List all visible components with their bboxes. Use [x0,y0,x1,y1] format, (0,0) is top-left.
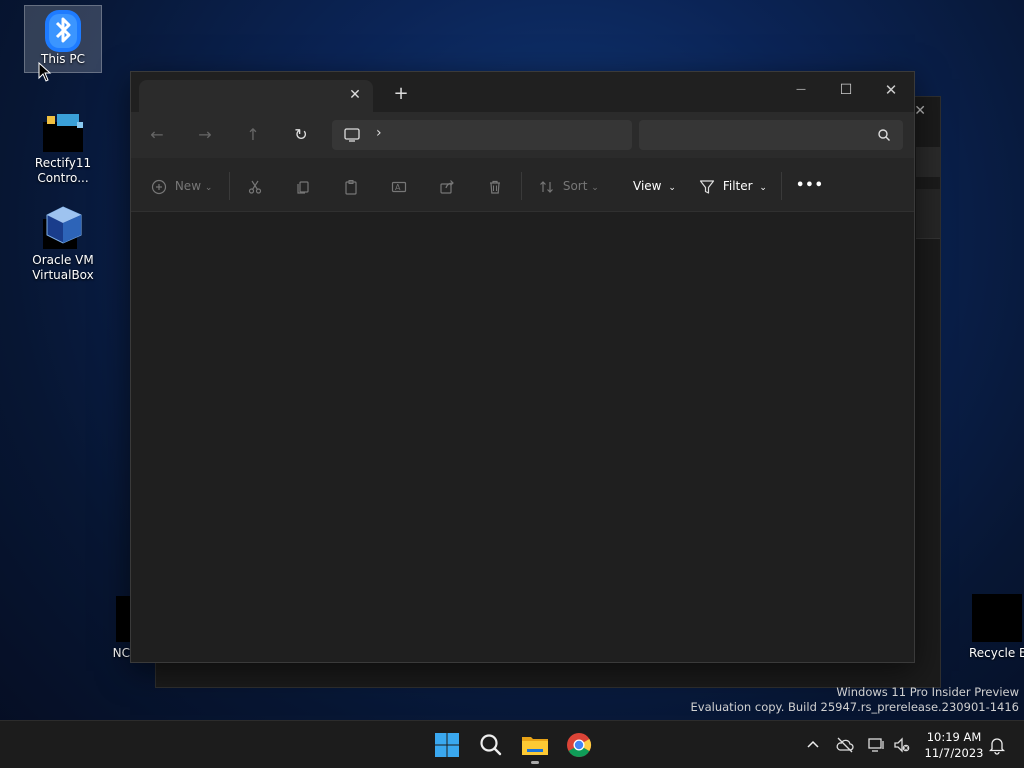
delete-button[interactable] [487,174,503,198]
more-icon: ••• [796,178,824,193]
virtualbox-icon [41,205,85,249]
chevron-down-icon: ⌄ [204,183,213,193]
desktop-icon-label: Recycle Bin [969,646,1024,660]
paste-icon [345,179,357,195]
clock-date: 11/7/2023 [924,746,984,760]
rename-button[interactable]: A [391,174,407,198]
new-label: New [174,179,202,193]
clock-time: 10:19 AM [926,730,982,744]
chevron-down-icon: ⌄ [759,183,767,193]
address-bar[interactable]: › [332,120,632,150]
command-bar: New ⌄ A Sort ⌄ View ⌄ Filter ⌄ ••• [131,158,914,212]
maximize-button[interactable]: ☐ [826,76,866,104]
desktop-icon-this-pc[interactable]: This PC [24,5,102,73]
up-button[interactable]: ↑ [239,122,267,148]
search-icon [878,129,890,141]
desktop-icon-label: NC [112,646,130,660]
bluetooth-icon [41,8,85,52]
svg-text:A: A [395,183,401,192]
partially-hidden-icon [116,596,130,642]
search-input[interactable] [647,124,867,146]
more-options-button[interactable]: ••• [796,174,824,198]
chrome-icon[interactable] [563,729,595,761]
control-panel-icon [41,108,85,152]
refresh-button[interactable]: ↻ [287,122,315,148]
navigation-bar: ← → ↑ ↻ › [131,112,914,158]
copy-button[interactable] [295,174,311,198]
notification-bell-icon[interactable] [987,735,1007,755]
clock[interactable]: 10:19 AM 11/7/2023 [920,729,988,761]
scissors-icon [248,180,262,194]
filter-button[interactable]: Filter ⌄ [699,174,767,198]
share-button[interactable] [439,174,455,198]
rename-icon: A [391,181,407,192]
background-window-toolbar-edge [916,189,940,239]
desktop-icon-rectify11[interactable]: Rectify11 Contro... [24,108,102,186]
background-window-edge [916,147,940,177]
desktop-icon-label: Oracle VM VirtualBox [32,253,94,282]
recycle-bin-icon [972,594,1022,642]
start-icon[interactable] [431,729,463,761]
network-icon[interactable] [866,735,886,755]
chevron-up-icon[interactable] [803,735,823,755]
forward-button[interactable]: → [191,122,219,148]
copy-icon [297,180,309,194]
sort-icon [540,180,553,193]
evaluation-watermark: Windows 11 Pro Insider Preview Evaluatio… [691,685,1019,715]
divider [521,172,522,200]
active-app-indicator [531,761,539,764]
new-button[interactable]: New ⌄ [151,174,212,198]
title-bar: ✕ + — ☐ ✕ [131,72,914,112]
mouse-cursor-icon [38,62,52,82]
chevron-down-icon: ⌄ [591,183,599,193]
watermark-line-2: Evaluation copy. Build 25947.rs_prerelea… [690,700,1019,714]
filter-icon [699,179,715,194]
close-window-button[interactable]: ✕ [871,76,911,104]
tab-current[interactable]: ✕ [139,80,373,112]
volume-muted-icon[interactable] [892,735,912,755]
desktop-icon-nc[interactable]: NC [84,596,134,661]
search-icon[interactable] [475,729,507,761]
trash-icon [490,180,500,194]
desktop-icon-label: Rectify11 Contro... [34,156,92,185]
share-icon [440,179,454,194]
desktop-icon-virtualbox[interactable]: Oracle VM VirtualBox [24,205,102,283]
watermark-line-1: Windows 11 Pro Insider Preview [836,685,1019,699]
view-button[interactable]: View ⌄ [633,174,676,198]
desktop-icon-label: This PC [41,52,85,66]
plus-circle-icon [151,179,167,194]
divider [229,172,230,200]
minimize-button[interactable]: — [781,76,821,104]
taskbar: 10:19 AM 11/7/2023 [0,720,1024,768]
desktop-icon-recycle-bin[interactable]: Recycle Bin [962,594,1024,661]
cut-button[interactable] [247,174,263,198]
file-explorer-window[interactable]: ✕ + — ☐ ✕ ← → ↑ ↻ › New ⌄ A Sort ⌄ View … [130,71,915,663]
close-tab-icon[interactable]: ✕ [347,87,363,103]
paste-button[interactable] [343,174,359,198]
close-icon[interactable]: ✕ [914,103,926,119]
view-label: View [633,179,662,193]
chevron-down-icon: ⌄ [668,183,676,193]
breadcrumb-chevron-icon[interactable]: › [376,125,382,141]
sort-label: Sort [562,179,588,193]
filter-label: Filter [722,179,753,193]
sort-button[interactable]: Sort ⌄ [539,174,599,198]
back-button[interactable]: ← [143,122,171,148]
file-list-area[interactable] [131,213,914,662]
file-explorer-icon[interactable] [519,729,551,761]
cloud-off-icon[interactable] [835,735,855,755]
divider [781,172,782,200]
search-box[interactable] [639,120,903,150]
new-tab-button[interactable]: + [391,84,411,104]
monitor-icon [344,128,360,142]
